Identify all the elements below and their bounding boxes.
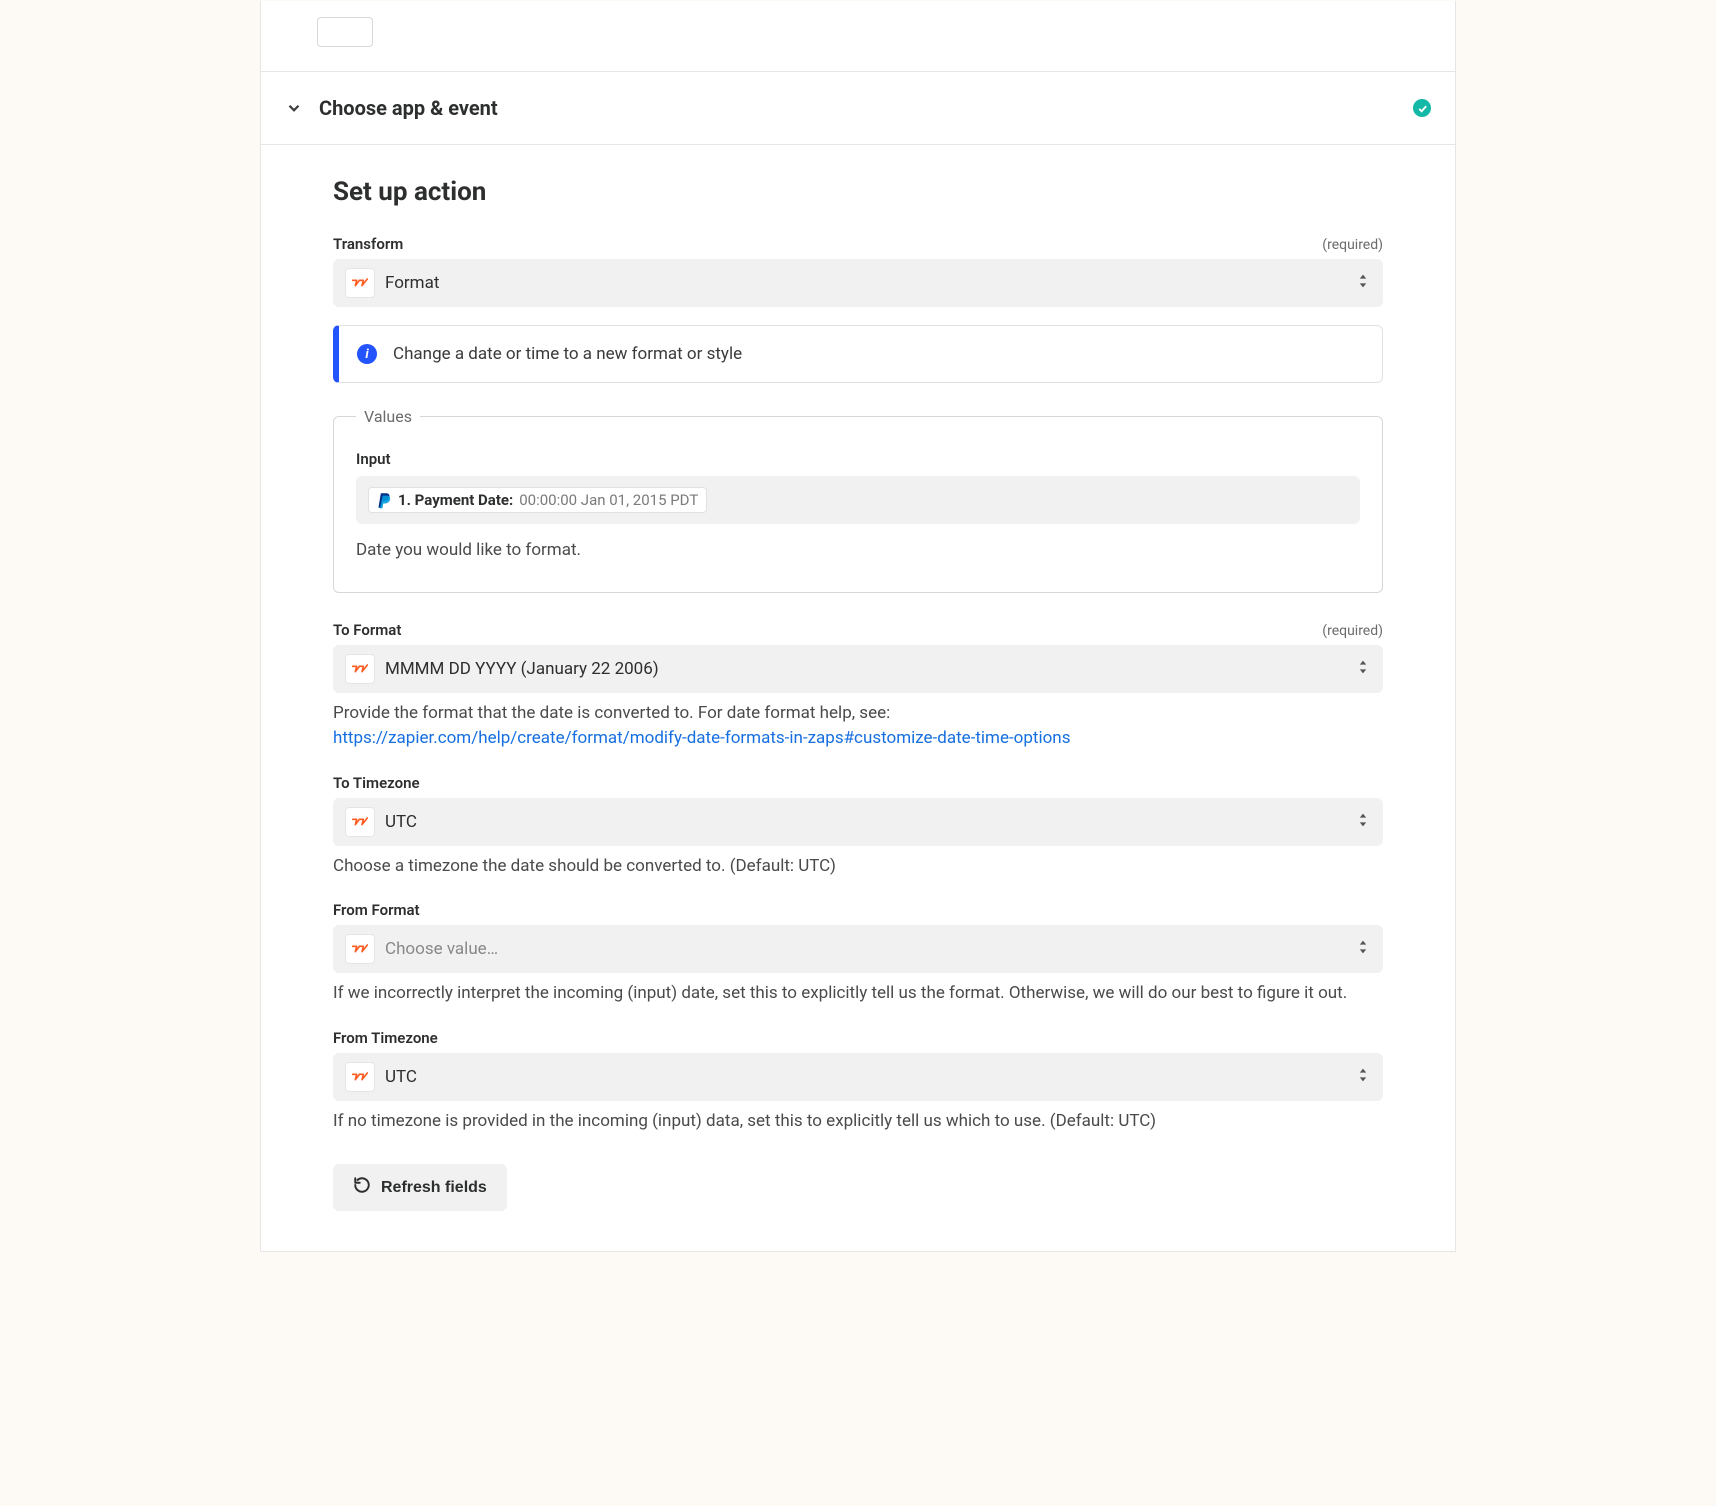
input-label: Input [356, 450, 1360, 468]
values-legend: Values [356, 407, 420, 426]
from-format-select[interactable]: Choose value… [333, 925, 1383, 973]
values-fieldset: Values Input 1. Payment Date: 00:00:00 J… [333, 407, 1383, 593]
transform-value: Format [385, 273, 439, 293]
refresh-fields-label: Refresh fields [381, 1179, 487, 1197]
paypal-icon [377, 492, 392, 509]
refresh-icon [353, 1176, 371, 1199]
to-format-required: (required) [1322, 623, 1383, 639]
to-format-helper-text: Provide the format that the date is conv… [333, 703, 890, 723]
transform-required: (required) [1322, 237, 1383, 253]
to-format-helper-link[interactable]: https://zapier.com/help/create/format/mo… [333, 728, 1070, 748]
to-format-select[interactable]: MMMM DD YYYY (January 22 2006) [333, 645, 1383, 693]
collapsed-field[interactable] [317, 17, 373, 47]
sort-arrows-icon [1357, 273, 1369, 293]
from-format-placeholder: Choose value… [385, 939, 498, 959]
sort-arrows-icon [1357, 1067, 1369, 1087]
sort-arrows-icon [1357, 812, 1369, 832]
from-timezone-value: UTC [385, 1067, 417, 1087]
info-callout: i Change a date or time to a new format … [333, 325, 1383, 383]
info-icon: i [357, 344, 377, 364]
section-title: Choose app & event [319, 96, 498, 120]
pill-prefix: 1. Payment Date: [398, 491, 513, 509]
to-format-helper: Provide the format that the date is conv… [333, 701, 1383, 752]
input-helper: Date you would like to format. [356, 538, 1360, 564]
from-timezone-helper: If no timezone is provided in the incomi… [333, 1109, 1383, 1135]
to-format-value: MMMM DD YYYY (January 22 2006) [385, 659, 659, 679]
to-format-label: To Format [333, 621, 401, 639]
to-timezone-select[interactable]: UTC [333, 798, 1383, 846]
editor-panel: Choose app & event Set up action Transfo… [260, 1, 1456, 1252]
section-header[interactable]: Choose app & event [261, 72, 1455, 145]
check-circle-icon [1413, 99, 1431, 117]
setup-heading: Set up action [333, 177, 1383, 207]
transform-label: Transform [333, 235, 403, 253]
formatter-app-icon [345, 934, 375, 964]
formatter-app-icon [345, 654, 375, 684]
input-field[interactable]: 1. Payment Date: 00:00:00 Jan 01, 2015 P… [356, 476, 1360, 524]
info-text: Change a date or time to a new format or… [393, 344, 742, 364]
transform-select[interactable]: Format [333, 259, 1383, 307]
to-timezone-value: UTC [385, 812, 417, 832]
sort-arrows-icon [1357, 659, 1369, 679]
from-format-label: From Format [333, 901, 420, 919]
pill-value: 00:00:00 Jan 01, 2015 PDT [519, 491, 698, 509]
to-timezone-helper: Choose a timezone the date should be con… [333, 854, 1383, 880]
from-format-helper: If we incorrectly interpret the incoming… [333, 981, 1383, 1007]
sort-arrows-icon [1357, 939, 1369, 959]
top-section [261, 1, 1455, 72]
formatter-app-icon [345, 807, 375, 837]
input-pill[interactable]: 1. Payment Date: 00:00:00 Jan 01, 2015 P… [368, 487, 707, 513]
setup-action-section: Set up action Transform (required) Forma… [261, 145, 1455, 1251]
formatter-app-icon [345, 1062, 375, 1092]
chevron-down-icon [285, 99, 303, 117]
formatter-app-icon [345, 268, 375, 298]
to-timezone-label: To Timezone [333, 774, 420, 792]
refresh-fields-button[interactable]: Refresh fields [333, 1164, 507, 1211]
from-timezone-label: From Timezone [333, 1029, 438, 1047]
from-timezone-select[interactable]: UTC [333, 1053, 1383, 1101]
